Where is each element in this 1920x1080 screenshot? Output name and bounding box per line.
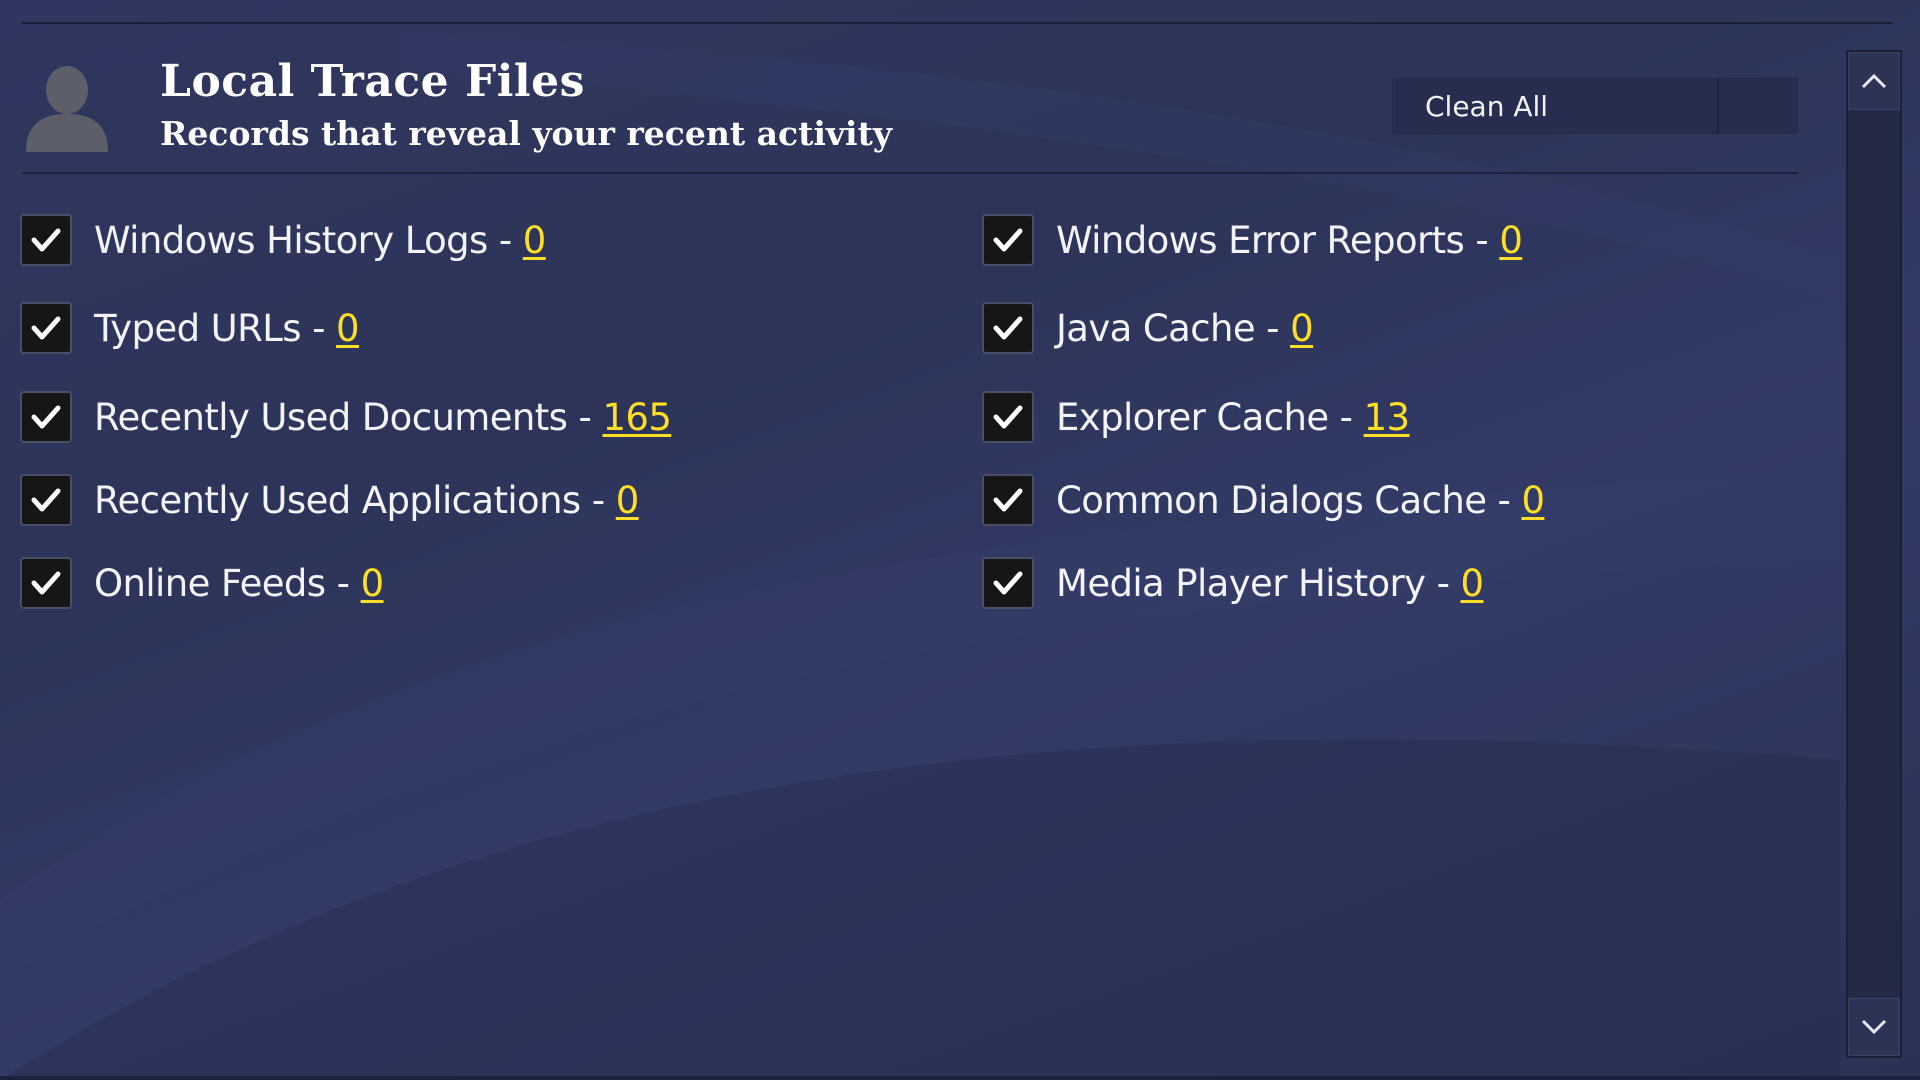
- trace-item-common-dialogs-cache: Common Dialogs Cache - 0: [982, 470, 1545, 530]
- trace-item-label: Windows Error Reports: [1056, 218, 1465, 262]
- trace-item-text: Media Player History - 0: [1056, 561, 1485, 605]
- trace-item-separator: -: [312, 306, 325, 350]
- vertical-scrollbar[interactable]: [1846, 50, 1902, 1058]
- chevron-down-icon: [1861, 1019, 1887, 1035]
- trace-item-recently-used-documents: Recently Used Documents - 165: [20, 387, 672, 447]
- scroll-track[interactable]: [1848, 112, 1900, 996]
- trace-item-text: Online Feeds - 0: [94, 562, 384, 605]
- checkbox-windows-error-reports[interactable]: [982, 214, 1034, 266]
- trace-item-text: Windows History Logs - 0: [94, 219, 546, 262]
- checkmark-icon: [31, 228, 61, 252]
- trace-item-separator: -: [1497, 478, 1511, 522]
- top-divider: [22, 22, 1892, 24]
- chevron-up-icon: [1861, 73, 1887, 89]
- trace-item-text: Recently Used Applications - 0: [94, 479, 639, 522]
- checkbox-recently-used-applications[interactable]: [20, 474, 72, 526]
- checkmark-icon: [31, 488, 61, 512]
- trace-item-count-link[interactable]: 0: [361, 562, 385, 605]
- trace-item-count-link[interactable]: 0: [523, 219, 547, 262]
- trace-item-count-link[interactable]: 0: [1521, 479, 1545, 522]
- checkmark-icon: [993, 316, 1023, 340]
- trace-item-label: Windows History Logs: [94, 218, 488, 262]
- trace-item-separator: -: [1339, 395, 1353, 439]
- clean-all-dropdown-segment[interactable]: [1719, 79, 1797, 133]
- trace-item-separator: -: [591, 478, 605, 522]
- page-subtitle: Records that reveal your recent activity: [160, 114, 892, 153]
- checkbox-java-cache[interactable]: [982, 302, 1034, 354]
- trace-items-list: Windows History Logs - 0 Typed URLs - 0 …: [20, 210, 1820, 630]
- trace-item-label: Common Dialogs Cache: [1056, 478, 1487, 522]
- bottom-divider: [0, 1076, 1920, 1080]
- page-title: Local Trace Files: [160, 56, 585, 107]
- trace-item-count-link[interactable]: 0: [616, 479, 640, 522]
- checkbox-typed-urls[interactable]: [20, 302, 72, 354]
- checkmark-icon: [993, 571, 1023, 595]
- checkbox-media-player-history[interactable]: [982, 557, 1034, 609]
- checkbox-common-dialogs-cache[interactable]: [982, 474, 1034, 526]
- trace-item-text: Common Dialogs Cache - 0: [1056, 478, 1545, 522]
- trace-item-label: Typed URLs: [94, 306, 302, 350]
- trace-item-label: Media Player History: [1056, 561, 1426, 605]
- trace-item-media-player-history: Media Player History - 0: [982, 553, 1485, 613]
- trace-item-separator: -: [1436, 561, 1450, 605]
- trace-item-label: Java Cache: [1056, 306, 1256, 350]
- trace-item-count-link[interactable]: 0: [1290, 307, 1314, 350]
- scroll-up-button[interactable]: [1848, 52, 1900, 110]
- checkmark-icon: [31, 316, 61, 340]
- trace-item-explorer-cache: Explorer Cache - 13: [982, 387, 1410, 447]
- user-silhouette-icon: [22, 62, 112, 152]
- trace-item-count-link[interactable]: 165: [602, 396, 671, 439]
- trace-item-java-cache: Java Cache - 0: [982, 298, 1314, 358]
- trace-item-recently-used-applications: Recently Used Applications - 0: [20, 470, 639, 530]
- checkbox-online-feeds[interactable]: [20, 557, 72, 609]
- trace-item-separator: -: [1475, 218, 1489, 262]
- trace-item-label: Recently Used Applications: [94, 478, 581, 522]
- trace-item-text: Java Cache - 0: [1056, 306, 1314, 350]
- checkmark-icon: [31, 405, 61, 429]
- checkmark-icon: [993, 228, 1023, 252]
- checkmark-icon: [993, 488, 1023, 512]
- section-header: Local Trace Files Records that reveal yo…: [22, 34, 1798, 153]
- trace-item-text: Explorer Cache - 13: [1056, 395, 1410, 439]
- trace-item-separator: -: [336, 561, 350, 605]
- scroll-down-button[interactable]: [1848, 998, 1900, 1056]
- checkbox-explorer-cache[interactable]: [982, 391, 1034, 443]
- trace-item-windows-error-reports: Windows Error Reports - 0: [982, 210, 1523, 270]
- checkbox-windows-history-logs[interactable]: [20, 214, 72, 266]
- trace-item-text: Typed URLs - 0: [94, 306, 360, 350]
- trace-item-label: Recently Used Documents: [94, 395, 568, 439]
- clean-all-button[interactable]: Clean All: [1392, 78, 1798, 134]
- trace-item-count-link[interactable]: 0: [1461, 562, 1485, 605]
- header-divider: [22, 172, 1798, 174]
- trace-item-count-link[interactable]: 0: [336, 307, 360, 350]
- trace-item-count-link[interactable]: 0: [1499, 219, 1523, 262]
- trace-item-online-feeds: Online Feeds - 0: [20, 553, 384, 613]
- trace-item-separator: -: [1266, 306, 1279, 350]
- clean-all-button-label: Clean All: [1393, 79, 1719, 133]
- checkmark-icon: [31, 571, 61, 595]
- trace-item-typed-urls: Typed URLs - 0: [20, 298, 360, 358]
- trace-item-count-link[interactable]: 13: [1364, 396, 1410, 439]
- trace-item-separator: -: [498, 218, 512, 262]
- trace-item-windows-history-logs: Windows History Logs - 0: [20, 210, 546, 270]
- trace-item-label: Online Feeds: [94, 561, 326, 605]
- checkmark-icon: [993, 405, 1023, 429]
- trace-item-label: Explorer Cache: [1056, 395, 1329, 439]
- trace-item-text: Windows Error Reports - 0: [1056, 218, 1523, 262]
- trace-item-text: Recently Used Documents - 165: [94, 395, 672, 439]
- local-trace-files-window: Local Trace Files Records that reveal yo…: [0, 0, 1920, 1080]
- trace-item-separator: -: [578, 395, 592, 439]
- checkbox-recently-used-documents[interactable]: [20, 391, 72, 443]
